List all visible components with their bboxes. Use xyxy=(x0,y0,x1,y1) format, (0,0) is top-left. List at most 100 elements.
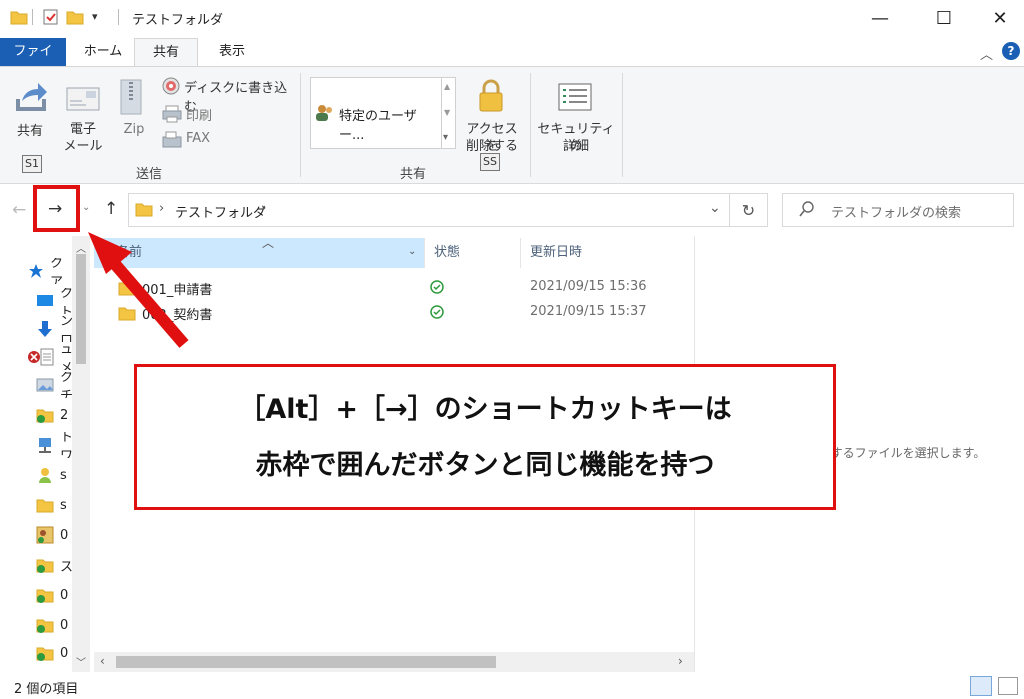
address-dropdown-icon[interactable]: ⌄ xyxy=(709,200,721,216)
gallery-up-icon[interactable]: ▲ xyxy=(444,82,450,91)
synced-folder-icon xyxy=(36,557,54,573)
user-folder-icon xyxy=(36,466,54,484)
column-dropdown-icon[interactable]: ⌄ xyxy=(408,246,416,257)
callout-line-1: ［Alt］+［→］のショートカットキーは xyxy=(238,394,732,425)
refresh-icon: ↻ xyxy=(741,200,756,220)
group-label-share: 共有 xyxy=(400,167,427,182)
horizontal-scrollbar[interactable]: ‹ › xyxy=(94,652,694,672)
nav-item-label: 0 xyxy=(60,645,69,661)
shared-folder-icon xyxy=(36,526,54,544)
search-icon xyxy=(799,201,815,217)
scroll-left-icon[interactable]: ‹ xyxy=(100,654,105,668)
details-view-icon[interactable] xyxy=(970,676,992,696)
tab-file[interactable]: ファイル xyxy=(0,38,66,87)
scroll-right-icon[interactable]: › xyxy=(678,654,683,668)
folder-icon xyxy=(135,201,153,217)
callout-line-2: 赤枠で囲んだボタンと同じ機能を持つ xyxy=(255,450,715,481)
group-label-send: 送信 xyxy=(136,167,163,182)
advanced-security-button[interactable]: セキュリティの 詳細 xyxy=(534,75,618,161)
minimize-button[interactable]: — xyxy=(856,0,904,36)
nav-item-label: ドキュメント xyxy=(60,344,72,370)
nav-item-label: 2 xyxy=(60,407,69,423)
pictures-icon xyxy=(36,378,54,392)
synced-folder-icon xyxy=(36,587,54,603)
group-divider xyxy=(300,73,301,177)
nav-item-label: 0 xyxy=(60,527,69,543)
keytip-share: S1 xyxy=(22,155,42,173)
recent-locations-icon[interactable]: ⌄ xyxy=(82,202,90,213)
close-button[interactable]: ✕ xyxy=(976,0,1024,36)
back-arrow-icon[interactable]: ← xyxy=(12,200,26,220)
synced-folder-icon xyxy=(36,645,54,661)
column-divider xyxy=(520,238,521,268)
divider xyxy=(118,9,119,25)
zip-icon xyxy=(120,79,144,115)
zip-button[interactable]: Zip xyxy=(114,77,154,163)
search-box[interactable]: テストフォルダの検索 xyxy=(782,193,1014,227)
up-arrow-icon[interactable]: ↑ xyxy=(104,199,118,219)
title-bar: ▾ テストフォルダ — ☐ ✕ xyxy=(0,0,1024,36)
collapse-ribbon-icon[interactable]: ︿ xyxy=(980,44,993,63)
group-divider xyxy=(622,73,623,177)
keytip-remove-access: SS xyxy=(480,153,500,171)
scroll-thumb[interactable] xyxy=(116,656,496,668)
share-button[interactable]: 共有 xyxy=(8,77,52,163)
security-label-2: 詳細 xyxy=(562,139,589,154)
burn-to-disc-button[interactable]: ディスクに書き込む xyxy=(160,75,300,115)
column-divider xyxy=(424,238,425,268)
error-badge-icon xyxy=(28,351,40,363)
breadcrumb-chevron-icon[interactable]: › xyxy=(159,201,164,216)
download-icon xyxy=(36,320,54,338)
column-header-status[interactable]: 状態 xyxy=(434,238,460,268)
annotation-arrow-icon xyxy=(88,232,189,348)
gallery-scroll[interactable]: ▲ ▼ ▾ xyxy=(442,77,456,149)
scroll-down-icon[interactable]: ﹀ xyxy=(76,654,86,669)
email-label-2: メール xyxy=(63,139,103,154)
maximize-button[interactable]: ☐ xyxy=(920,0,968,36)
network-icon xyxy=(36,437,54,453)
properties-icon[interactable] xyxy=(42,8,60,26)
column-header-modified[interactable]: 更新日時 xyxy=(530,238,582,268)
synced-folder-icon xyxy=(36,617,54,633)
nav-item-label: 0 xyxy=(60,587,69,603)
nav-item-label: 0 xyxy=(60,617,69,633)
share-with-gallery[interactable]: 特定のユーザー... xyxy=(310,77,442,149)
fax-button[interactable]: FAX xyxy=(160,129,240,151)
share-with-label: 特定のユーザー... xyxy=(339,109,417,143)
email-button[interactable]: 電子 メール xyxy=(58,77,108,163)
gallery-down-icon[interactable]: ▼ xyxy=(444,108,450,117)
share-icon xyxy=(14,81,48,115)
divider xyxy=(32,9,33,25)
navigation-pane[interactable]: クイックアクセス デスクトップ ダウンロード ドキュメント ピクチャ 2 ネット… xyxy=(0,236,92,672)
help-icon[interactable]: ? xyxy=(1002,42,1020,60)
refresh-button[interactable]: ↻ xyxy=(730,193,768,227)
folder-icon xyxy=(10,9,28,25)
quick-access-toolbar-dropdown-icon[interactable]: ▾ xyxy=(92,10,98,23)
large-icons-view-icon[interactable] xyxy=(998,677,1018,695)
address-bar[interactable]: › テストフォルダ › ⌄ xyxy=(128,193,730,227)
search-placeholder: テストフォルダの検索 xyxy=(831,206,962,221)
desktop-icon xyxy=(36,294,54,308)
remove-access-button[interactable]: アクセスを 削除する xyxy=(460,75,524,161)
ribbon-tabs: ファイル ホーム 共有 表示 ︿ ? xyxy=(0,38,1024,87)
callout-box: ［Alt］+［→］のショートカットキーは 赤枠で囲んだボタンと同じ機能を持つ xyxy=(134,364,836,510)
fax-label: FAX xyxy=(186,131,211,146)
tab-share[interactable]: 共有 xyxy=(134,38,198,68)
breadcrumb-chevron-icon[interactable]: › xyxy=(261,201,266,216)
gallery-more-icon[interactable]: ▾ xyxy=(443,132,448,143)
nav-item[interactable]: クイックアクセス xyxy=(28,258,72,284)
ribbon-share: 共有 S1 電子 メール Zip ディスクに書き込む 印刷 FAX 送信 特定の… xyxy=(0,66,1024,184)
users-icon xyxy=(315,104,335,122)
breadcrumb-folder[interactable]: テストフォルダ xyxy=(175,202,266,221)
star-icon xyxy=(28,263,44,279)
sort-ascending-icon: ︿ xyxy=(262,236,275,250)
document-icon xyxy=(40,348,54,366)
nav-item-label: s xyxy=(60,467,67,483)
print-button[interactable]: 印刷 xyxy=(160,103,240,125)
tab-home[interactable]: ホーム xyxy=(72,38,134,66)
lock-icon xyxy=(478,79,504,113)
nav-item[interactable]: ドキュメント xyxy=(28,344,72,370)
nav-item-label: クイックアクセス xyxy=(50,258,64,284)
new-folder-icon[interactable] xyxy=(66,8,84,26)
tab-view[interactable]: 表示 xyxy=(204,38,260,66)
